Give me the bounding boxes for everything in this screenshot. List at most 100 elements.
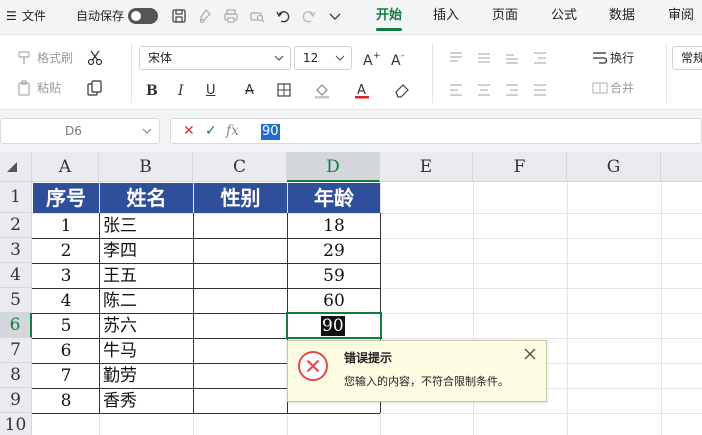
cell-name[interactable]: 苏六 <box>103 314 193 338</box>
cell-age[interactable]: 59 <box>288 264 380 288</box>
column-header-b[interactable]: B <box>99 152 193 182</box>
undo-icon[interactable] <box>275 8 291 24</box>
font-size-value: 12 <box>303 51 319 65</box>
italic-button[interactable]: I <box>178 80 184 102</box>
tab-page[interactable]: 页面 <box>492 0 518 32</box>
row-header-9[interactable]: 9 <box>0 388 32 413</box>
table-border <box>32 288 380 289</box>
row-header-5[interactable]: 5 <box>0 288 32 313</box>
increase-font-icon[interactable]: A + <box>362 50 380 68</box>
strikethrough-button[interactable]: A <box>245 80 254 102</box>
confirm-icon[interactable]: ✓ <box>205 119 217 143</box>
font-size-select[interactable]: 12 <box>294 46 352 70</box>
tab-review[interactable]: 审阅 <box>668 0 694 32</box>
align-bottom-icon[interactable] <box>503 49 521 67</box>
redo-icon[interactable] <box>301 8 317 24</box>
decrease-font-icon[interactable]: A- <box>390 50 408 68</box>
align-top-icon[interactable] <box>447 49 465 67</box>
row-header-1[interactable]: 1 <box>0 182 32 213</box>
row-header-7[interactable]: 7 <box>0 338 32 363</box>
name-box[interactable]: D6 <box>0 118 160 144</box>
row-header-8[interactable]: 8 <box>0 363 32 388</box>
align-left-icon[interactable] <box>447 81 465 99</box>
cell-no[interactable]: 7 <box>33 364 99 388</box>
print-preview-icon[interactable] <box>249 8 265 24</box>
row-header-4[interactable]: 4 <box>0 263 32 288</box>
cell-no[interactable]: 8 <box>33 389 99 413</box>
cell-name[interactable]: 香秀 <box>103 389 193 413</box>
file-menu[interactable]: 文件 <box>22 0 46 32</box>
format-painter-icon[interactable] <box>197 8 213 24</box>
ribbon-divider <box>666 43 667 103</box>
cancel-icon[interactable]: ✕ <box>183 119 195 143</box>
font-color-icon[interactable]: A <box>353 81 371 99</box>
table-border <box>32 263 380 264</box>
column-header-d[interactable]: D <box>287 152 380 182</box>
formula-input[interactable]: ✕ ✓ fx 90 <box>170 118 702 144</box>
border-icon[interactable] <box>275 81 293 99</box>
cut-icon[interactable] <box>86 49 104 67</box>
wrap-text-button[interactable]: 换行 <box>610 47 634 69</box>
cell-no[interactable]: 3 <box>33 264 99 288</box>
align-right-icon[interactable] <box>503 81 521 99</box>
fill-color-icon[interactable] <box>313 81 331 99</box>
font-name-select[interactable]: 宋体 <box>139 46 291 70</box>
format-painter-button[interactable]: 格式刷 <box>37 47 73 69</box>
header-cell-name[interactable]: 姓名 <box>100 183 193 213</box>
svg-text:-: - <box>401 51 404 61</box>
column-header-c[interactable]: C <box>193 152 287 182</box>
tab-insert[interactable]: 插入 <box>433 0 459 32</box>
save-icon[interactable] <box>171 8 187 24</box>
cell-name[interactable]: 勤劳 <box>103 364 193 388</box>
bold-button[interactable]: B <box>146 80 158 102</box>
header-cell-no[interactable]: 序号 <box>33 183 99 213</box>
eraser-icon[interactable] <box>393 81 411 99</box>
copy-icon[interactable] <box>86 79 104 97</box>
select-all-corner[interactable] <box>0 152 32 182</box>
row-header-2[interactable]: 2 <box>0 213 32 238</box>
cell-no[interactable]: 5 <box>33 314 99 338</box>
cell-no[interactable]: 4 <box>33 289 99 313</box>
tab-data[interactable]: 数据 <box>609 0 635 32</box>
cell-name[interactable]: 陈二 <box>103 289 193 313</box>
align-center-icon[interactable] <box>475 81 493 99</box>
tab-home[interactable]: 开始 <box>376 0 403 32</box>
header-cell-gender[interactable]: 性别 <box>194 183 287 213</box>
column-header-a[interactable]: A <box>32 152 99 182</box>
justify-icon[interactable] <box>531 81 549 99</box>
cell-no[interactable]: 2 <box>33 239 99 263</box>
align-middle-icon[interactable] <box>475 49 493 67</box>
cell-age[interactable]: 60 <box>288 289 380 313</box>
row-header-10[interactable]: 10 <box>0 413 32 435</box>
tab-formulas[interactable]: 公式 <box>551 0 577 32</box>
cell-name[interactable]: 王五 <box>103 264 193 288</box>
number-format-select[interactable]: 常规 <box>672 46 702 70</box>
chevron-down-icon[interactable] <box>327 8 343 24</box>
column-header-f[interactable]: F <box>473 152 567 182</box>
active-cell-d6[interactable]: 90 <box>286 312 382 339</box>
underline-button[interactable]: U <box>206 80 216 102</box>
cell-no[interactable]: 6 <box>33 339 99 363</box>
indent-icon[interactable] <box>531 49 549 67</box>
merge-button[interactable]: 合并 <box>610 77 634 99</box>
table-border <box>32 238 380 239</box>
cell-no[interactable]: 1 <box>33 214 99 238</box>
column-header-g[interactable]: G <box>567 152 661 182</box>
menu-icon[interactable]: ☰ <box>6 0 17 32</box>
ribbon: 格式刷 粘贴 宋体 12 A + A- B I U A A 换行 合并 常规 <box>0 34 702 110</box>
cell-name[interactable]: 李四 <box>103 239 193 263</box>
autosave-toggle[interactable] <box>128 8 158 24</box>
column-header-e[interactable]: E <box>380 152 473 182</box>
cell-name[interactable]: 牛马 <box>103 339 193 363</box>
row-header-3[interactable]: 3 <box>0 238 32 263</box>
row-header-6[interactable]: 6 <box>0 313 32 338</box>
fx-icon[interactable]: fx <box>226 119 239 143</box>
cell-age[interactable]: 18 <box>288 214 380 238</box>
close-icon[interactable] <box>523 347 537 361</box>
header-cell-age[interactable]: 年龄 <box>288 183 380 213</box>
paste-button[interactable]: 粘贴 <box>37 77 61 99</box>
error-tooltip: 错误提示 您输入的内容，不符合限制条件。 <box>287 340 547 402</box>
print-icon[interactable] <box>223 8 239 24</box>
cell-name[interactable]: 张三 <box>103 214 193 238</box>
cell-age[interactable]: 29 <box>288 239 380 263</box>
